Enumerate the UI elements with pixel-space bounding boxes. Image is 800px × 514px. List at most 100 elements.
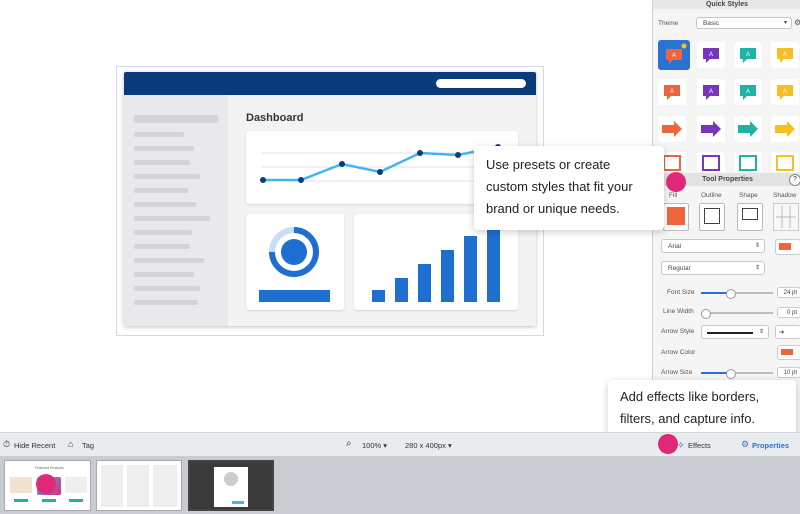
hotspot-dot[interactable] — [666, 172, 686, 192]
tab-outline[interactable]: Outline — [701, 192, 722, 199]
outline-swatch-button[interactable] — [699, 203, 725, 231]
svg-text:A: A — [670, 89, 674, 95]
arrow-swatch[interactable] — [697, 116, 725, 142]
swatch[interactable]: A — [697, 79, 725, 105]
sidebar-placeholder — [134, 216, 210, 221]
outline-swatch[interactable] — [771, 152, 799, 172]
svg-text:A: A — [709, 89, 713, 95]
hide-recent-button[interactable]: Hide Recent — [14, 441, 55, 450]
stepper-icon: ⇕ — [754, 265, 760, 271]
arrowhead-dropdown[interactable]: ➔ — [775, 325, 800, 339]
swatch[interactable]: A — [734, 79, 762, 105]
hotspot-dot[interactable] — [36, 474, 56, 494]
tab-shadow[interactable]: Shadow — [773, 192, 797, 199]
bar — [395, 278, 408, 302]
line-point — [339, 161, 345, 167]
bar — [464, 236, 477, 302]
tab-shape[interactable]: Shape — [739, 192, 758, 199]
tab-fill[interactable]: Fill — [669, 192, 677, 199]
bar — [441, 250, 454, 302]
svg-text:A: A — [746, 89, 750, 95]
sidebar-placeholder — [134, 202, 196, 207]
font-style-dropdown[interactable]: Regular ⇕ — [661, 261, 765, 275]
slider-knob[interactable] — [701, 309, 711, 319]
arrowhead-icon: ➔ — [779, 329, 785, 336]
capture-thumbnail-selected[interactable] — [188, 460, 274, 511]
properties-button[interactable]: Properties — [752, 441, 789, 450]
sidebar-placeholder — [134, 146, 194, 151]
tooltip-line: brand or unique needs. — [486, 201, 620, 216]
help-icon[interactable]: ? — [789, 174, 800, 186]
svg-text:A: A — [783, 52, 787, 58]
font-color-picker[interactable] — [775, 239, 800, 255]
dashboard-header — [124, 72, 536, 95]
arrow-color-picker[interactable] — [777, 345, 800, 360]
svg-text:A: A — [783, 89, 787, 95]
capture-thumbnail[interactable] — [96, 460, 182, 511]
outline-swatch[interactable] — [734, 152, 762, 172]
dimensions-dropdown[interactable]: 280 x 400px ▾ — [405, 441, 452, 450]
arrow-style-dropdown[interactable]: ⇕ — [701, 325, 769, 339]
tooltip-line: custom styles that fit your — [486, 179, 633, 194]
sidebar-placeholder — [134, 188, 188, 193]
swatch[interactable]: A — [697, 42, 725, 68]
slider-knob[interactable] — [726, 289, 736, 299]
thumbnail-title: Featured Products — [35, 466, 64, 470]
sidebar-placeholder — [134, 286, 200, 291]
chevron-down-icon: ▾ — [783, 20, 787, 26]
sidebar-placeholder — [134, 244, 190, 249]
search-icon[interactable]: ⌕ — [346, 438, 352, 449]
arrow-swatch[interactable] — [658, 116, 686, 142]
bar — [487, 224, 500, 302]
hotspot-dot[interactable] — [658, 434, 678, 454]
font-family-dropdown[interactable]: Arial ⇕ — [661, 239, 765, 253]
swatch[interactable]: A — [771, 42, 799, 68]
tooltip-line: Add effects like borders, — [620, 389, 760, 404]
arrow-size-slider[interactable] — [701, 369, 773, 379]
gear-icon[interactable]: ⚙ — [794, 18, 800, 27]
shadow-button[interactable] — [773, 203, 799, 231]
line-width-slider[interactable] — [701, 309, 773, 319]
dashboard-title: Dashboard — [246, 112, 304, 124]
tag-button[interactable]: Tag — [82, 441, 94, 450]
arrow-size-input[interactable]: 10 pt — [777, 367, 800, 378]
arrow-color-label: Arrow Color — [661, 349, 696, 356]
line-width-input[interactable]: 0 pt — [777, 307, 800, 318]
font-size-slider[interactable] — [701, 289, 773, 299]
stepper-icon: ⇕ — [754, 243, 760, 249]
arrow-swatch[interactable] — [734, 116, 762, 142]
sidebar-placeholder — [134, 132, 184, 137]
swatch[interactable]: A — [771, 79, 799, 105]
font-size-label: Font Size — [667, 289, 695, 296]
slider-knob[interactable] — [726, 369, 736, 379]
sidebar-placeholder — [134, 300, 198, 305]
zoom-dropdown[interactable]: 100% ▾ — [362, 441, 387, 450]
arrow-swatch[interactable] — [771, 116, 799, 142]
swatch[interactable]: A — [734, 42, 762, 68]
outline-swatch[interactable] — [697, 152, 725, 172]
bar — [418, 264, 431, 302]
svg-text:A: A — [746, 52, 750, 58]
sidebar-placeholder — [134, 160, 190, 165]
donut-card — [246, 214, 344, 310]
swatch-selected[interactable]: A — [658, 40, 690, 70]
bottom-toolbar: ⏱ Hide Recent ⌂ Tag ⌕ 100% ▾ 280 x 400px… — [0, 432, 800, 457]
effects-tooltip: Add effects like borders, filters, and c… — [608, 380, 796, 436]
effects-button[interactable]: Effects — [688, 441, 711, 450]
theme-dropdown[interactable]: Basic ▾ — [696, 17, 792, 29]
arrow-style-label: Arrow Style — [661, 328, 695, 335]
fill-swatch[interactable] — [663, 203, 689, 231]
sidebar-placeholder — [134, 230, 192, 235]
dashboard-search — [436, 79, 526, 88]
history-icon: ⏱ — [3, 439, 11, 449]
bar — [372, 290, 385, 302]
svg-text:A: A — [709, 52, 713, 58]
shape-button[interactable] — [737, 203, 763, 231]
line-point — [298, 177, 304, 183]
font-size-input[interactable]: 24 pt — [777, 287, 800, 298]
swatch[interactable]: A — [658, 79, 686, 105]
side-panel: Quick Styles Theme Basic ▾ ⚙ A A A A A A… — [652, 0, 800, 432]
line-point — [417, 150, 423, 156]
sidebar-placeholder — [134, 272, 194, 277]
gear-icon: ⚙ — [741, 439, 750, 449]
